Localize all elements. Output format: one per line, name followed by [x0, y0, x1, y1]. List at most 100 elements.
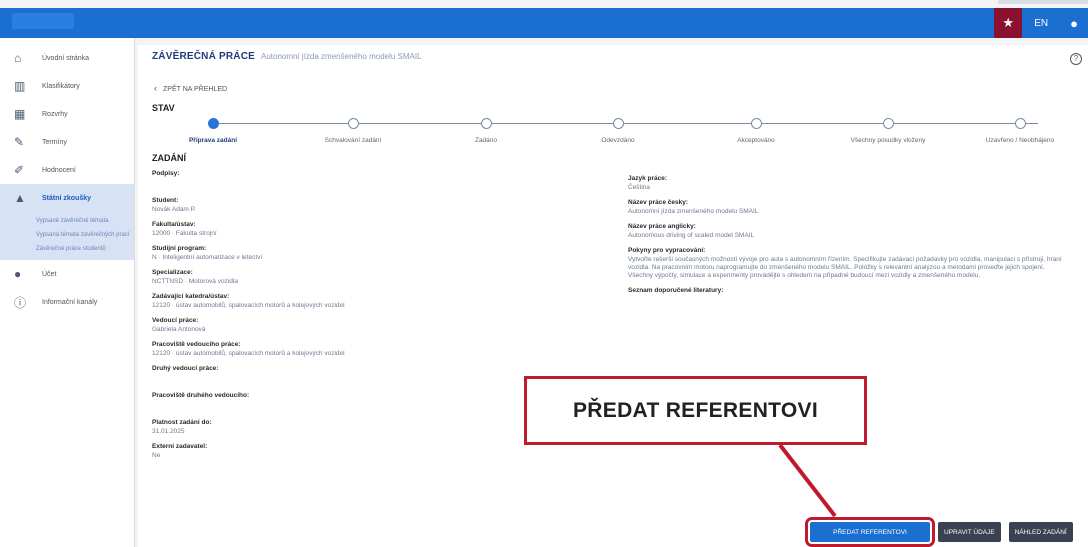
language-switch[interactable]: EN: [1022, 18, 1060, 29]
field-second-supervisor-workplace: Pracoviště druhého vedoucího:: [152, 392, 482, 399]
chevron-left-icon: ‹: [154, 83, 157, 93]
field-value: Čeština: [628, 184, 651, 191]
assignment-heading: ZADÁNÍ: [152, 153, 186, 163]
field-value: Autonomní jízda zmenšeného modelu SMAIL: [628, 208, 759, 215]
field-value: 31.01.2025: [152, 428, 185, 435]
step: Uzavřeno / Neobhájeno: [965, 115, 1075, 144]
sidebar-item-label: Termíny: [42, 138, 67, 146]
home-icon: ⌂: [14, 51, 22, 65]
step-label: Odevzdáno: [601, 137, 635, 144]
app-logo[interactable]: [12, 13, 74, 29]
field-value: Novák Adam P.: [152, 206, 196, 213]
graduation-icon: ▲: [14, 191, 26, 205]
pencil-icon: ✐: [14, 163, 25, 177]
calendar-icon: ▦: [14, 107, 26, 121]
book-icon: ▥: [14, 79, 26, 93]
sidebar-item-home[interactable]: ⌂ Úvodní stránka: [0, 44, 134, 72]
preview-assignment-button[interactable]: NÁHLED ZADÁNÍ: [1008, 522, 1073, 542]
pen-icon: ✎: [14, 135, 25, 149]
main-content: ZÁVĚREČNÁ PRÁCE Autonomní jízda zmenšené…: [138, 45, 1088, 547]
field-supervisor: Vedoucí práce: Gabriela Antonová: [152, 317, 482, 334]
top-bar: ★ EN ●: [0, 8, 1088, 38]
field-instructions: Pokyny pro vypracování: Vytvořte rešerši …: [628, 247, 1068, 280]
field-supervisor-workplace: Pracoviště vedoucího práce: 12120 · ústav…: [152, 341, 482, 358]
step-label: Uzavřeno / Neobhájeno: [985, 137, 1055, 144]
star-icon[interactable]: ★: [994, 8, 1023, 38]
person-icon: ●: [14, 267, 22, 281]
page-title: ZÁVĚREČNÁ PRÁCE: [152, 51, 256, 62]
step-label: Všechny posudky vloženy: [850, 137, 926, 144]
sidebar-subitem[interactable]: Závěrečné práce studentů: [36, 242, 134, 256]
edit-details-button[interactable]: UPRAVIT ÚDAJE: [938, 522, 1001, 542]
field-literature: Seznam doporučené literatury:: [628, 287, 1068, 294]
page-subtitle: Autonomní jízda zmenšeného modelu SMAIL: [261, 52, 422, 61]
info-icon: ⓘ: [14, 295, 27, 310]
step: Odevzdáno: [563, 115, 673, 144]
back-link-label: ZPĚT NA PŘEHLED: [163, 86, 228, 93]
step-label: Schvalování zadání: [324, 137, 382, 144]
sidebar-subitem[interactable]: Vypsané závěrečné témata: [36, 214, 134, 228]
field-key: Pracoviště druhého vedoucího:: [152, 392, 250, 399]
step-label: Zadáno: [474, 137, 498, 144]
sidebar-item-schedules[interactable]: ▦ Rozvrhy: [0, 100, 134, 128]
field-title-en: Název práce anglicky: Autonomous driving …: [628, 223, 1068, 240]
assignment-left-column: Podpisy: Student: Novák Adam P. Fakulta/ú…: [152, 170, 482, 467]
step-dot: [750, 118, 762, 129]
sidebar-item-state-exams[interactable]: ▲ Státní zkoušky: [0, 184, 134, 212]
field-value: 12120 · ústav automobilů, spalovacích mo…: [152, 302, 345, 309]
sidebar-item-label: Informační kanály: [42, 298, 98, 306]
sidebar-item-grading[interactable]: ✐ Hodnocení: [0, 156, 134, 184]
step: Všechny posudky vloženy: [833, 115, 943, 144]
field-key: Název práce česky:: [628, 199, 688, 206]
step-dot: [480, 118, 492, 129]
field-valid-until: Platnost zadání do: 31.01.2025: [152, 419, 482, 436]
field-key: Druhý vedoucí práce:: [152, 365, 219, 372]
assignment-right-column: Jazyk práce: Čeština Název práce česky: Au…: [628, 175, 1068, 301]
field-key: Pracoviště vedoucího práce:: [152, 341, 241, 348]
field-key: Specializace:: [152, 269, 193, 276]
step-label: Akceptováno: [737, 137, 775, 144]
sidebar-subitem[interactable]: Vypsaná témata závěrečných prací: [36, 228, 134, 242]
status-stepper: Příprava zadání Schvalování zadání Zadán…: [158, 115, 1078, 155]
user-icon[interactable]: ●: [1060, 16, 1088, 31]
field-signatures: Podpisy:: [152, 170, 482, 177]
field-language: Jazyk práce: Čeština: [628, 175, 1068, 192]
submit-to-referent-button[interactable]: PŘEDAT REFERENTOVI: [805, 517, 935, 547]
step-dot: [207, 118, 219, 129]
field-student: Student: Novák Adam P.: [152, 197, 482, 214]
sidebar-item-label: Hodnocení: [42, 166, 76, 174]
sidebar-item-info[interactable]: ⓘ Informační kanály: [0, 288, 134, 316]
back-link[interactable]: ‹ ZPĚT NA PŘEHLED: [154, 83, 227, 93]
top-strip: [998, 0, 1088, 4]
field-program: Studijní program: N · Inteligentní automa…: [152, 245, 482, 262]
sidebar-item-classifiers[interactable]: ▥ Klasifikátory: [0, 72, 134, 100]
sidebar-item-terms[interactable]: ✎ Termíny: [0, 128, 134, 156]
step: Zadáno: [431, 115, 541, 144]
sidebar-item-label: Klasifikátory: [42, 82, 80, 90]
field-value: N · Inteligentní automatizace v letectví: [152, 254, 263, 261]
field-key: Podpisy:: [152, 170, 180, 177]
step-dot: [1014, 118, 1026, 129]
field-key: Jazyk práce:: [628, 175, 668, 182]
field-key: Zadávající katedra/ústav:: [152, 293, 230, 300]
step-dot: [882, 118, 894, 129]
field-key: Seznam doporučené literatury:: [628, 287, 724, 294]
step: Akceptováno: [701, 115, 811, 144]
sidebar-item-label: Rozvrhy: [42, 110, 68, 118]
field-value: NCTTNSD · Motorová vozidla: [152, 278, 238, 285]
page-header: ZÁVĚREČNÁ PRÁCE Autonomní jízda zmenšené…: [152, 51, 422, 62]
help-icon[interactable]: ?: [1070, 53, 1082, 65]
field-second-supervisor: Druhý vedoucí práce:: [152, 365, 482, 372]
field-key: Student:: [152, 197, 179, 204]
field-value: Ne: [152, 452, 161, 459]
field-value: 12000 · Fakulta strojní: [152, 230, 217, 237]
sidebar: ⌂ Úvodní stránka ▥ Klasifikátory ▦ Rozvr…: [0, 38, 135, 547]
status-heading: STAV: [152, 103, 175, 113]
field-key: Vedoucí práce:: [152, 317, 199, 324]
sidebar-item-account[interactable]: ● Účet: [0, 260, 134, 288]
field-key: Platnost zadání do:: [152, 419, 212, 426]
step-dot: [612, 118, 624, 129]
field-value: Autonomous driving of scaled model SMAIL: [628, 232, 755, 239]
field-value: 12120 · ústav automobilů, spalovacích mo…: [152, 350, 345, 357]
field-faculty: Fakulta/ústav: 12000 · Fakulta strojní: [152, 221, 482, 238]
